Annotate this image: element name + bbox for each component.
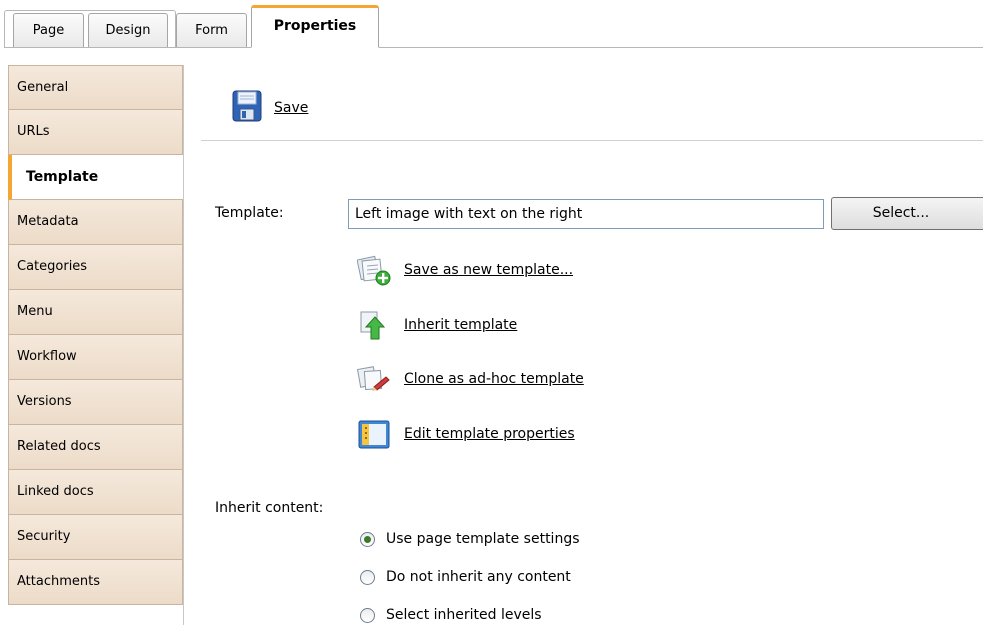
edit-properties-icon bbox=[357, 418, 391, 450]
sidebar-item-attachments[interactable]: Attachments bbox=[8, 560, 183, 605]
inherit-template-link[interactable]: Inherit template bbox=[357, 309, 517, 341]
save-button[interactable]: Save bbox=[232, 90, 309, 126]
inherit-arrow-icon bbox=[357, 309, 391, 341]
radio-select-inherited-levels[interactable]: Select inherited levels bbox=[360, 604, 542, 626]
tab-page[interactable]: Page bbox=[13, 13, 84, 48]
clone-template-icon bbox=[356, 363, 391, 395]
inherit-template-label: Inherit template bbox=[404, 317, 518, 333]
tab-design[interactable]: Design bbox=[88, 13, 168, 48]
clone-as-adhoc-template-label: Clone as ad-hoc template bbox=[404, 371, 584, 387]
radio-label: Do not inherit any content bbox=[386, 569, 571, 585]
radio-use-page-template-settings[interactable]: Use page template settings bbox=[360, 528, 580, 550]
sidebar-item-linked-docs[interactable]: Linked docs bbox=[8, 470, 183, 515]
tab-baseline bbox=[4, 47, 983, 48]
sidebar-item-menu[interactable]: Menu bbox=[8, 290, 183, 335]
select-template-button[interactable]: Select... bbox=[831, 197, 983, 230]
radio-unchecked-icon bbox=[360, 569, 375, 585]
sidebar: General URLs Template Metadata Categorie… bbox=[8, 65, 184, 625]
save-as-new-template-link[interactable]: Save as new template... bbox=[356, 254, 574, 286]
save-label: Save bbox=[274, 100, 309, 116]
tab-properties[interactable]: Properties bbox=[251, 5, 379, 48]
radio-label: Select inherited levels bbox=[386, 607, 542, 623]
tab-form[interactable]: Form bbox=[176, 13, 247, 48]
clone-as-adhoc-template-link[interactable]: Clone as ad-hoc template bbox=[356, 363, 584, 395]
radio-checked-icon bbox=[360, 531, 375, 547]
inherit-content-label: Inherit content: bbox=[215, 500, 324, 516]
template-label: Template: bbox=[215, 205, 284, 221]
top-tab-bar: Page Design Form Properties bbox=[0, 0, 983, 48]
template-name-field[interactable]: Left image with text on the right bbox=[348, 199, 824, 229]
sidebar-item-workflow[interactable]: Workflow bbox=[8, 335, 183, 380]
sidebar-item-urls[interactable]: URLs bbox=[8, 110, 183, 155]
save-template-icon bbox=[356, 254, 391, 286]
edit-template-properties-label: Edit template properties bbox=[404, 426, 575, 442]
toolbar-separator bbox=[201, 140, 983, 141]
sidebar-item-related-docs[interactable]: Related docs bbox=[8, 425, 183, 470]
floppy-disk-icon bbox=[232, 90, 262, 126]
sidebar-item-template[interactable]: Template bbox=[8, 155, 184, 200]
sidebar-item-security[interactable]: Security bbox=[8, 515, 183, 560]
sidebar-item-general[interactable]: General bbox=[8, 65, 183, 110]
sidebar-item-categories[interactable]: Categories bbox=[8, 245, 183, 290]
radio-unchecked-icon bbox=[360, 607, 375, 623]
radio-do-not-inherit[interactable]: Do not inherit any content bbox=[360, 566, 571, 588]
radio-label: Use page template settings bbox=[386, 531, 580, 547]
sidebar-item-versions[interactable]: Versions bbox=[8, 380, 183, 425]
sidebar-item-metadata[interactable]: Metadata bbox=[8, 200, 183, 245]
edit-template-properties-link[interactable]: Edit template properties bbox=[357, 418, 575, 450]
sidebar-divider bbox=[183, 65, 184, 625]
save-as-new-template-label: Save as new template... bbox=[404, 262, 574, 278]
toolbar: Save bbox=[201, 68, 983, 141]
